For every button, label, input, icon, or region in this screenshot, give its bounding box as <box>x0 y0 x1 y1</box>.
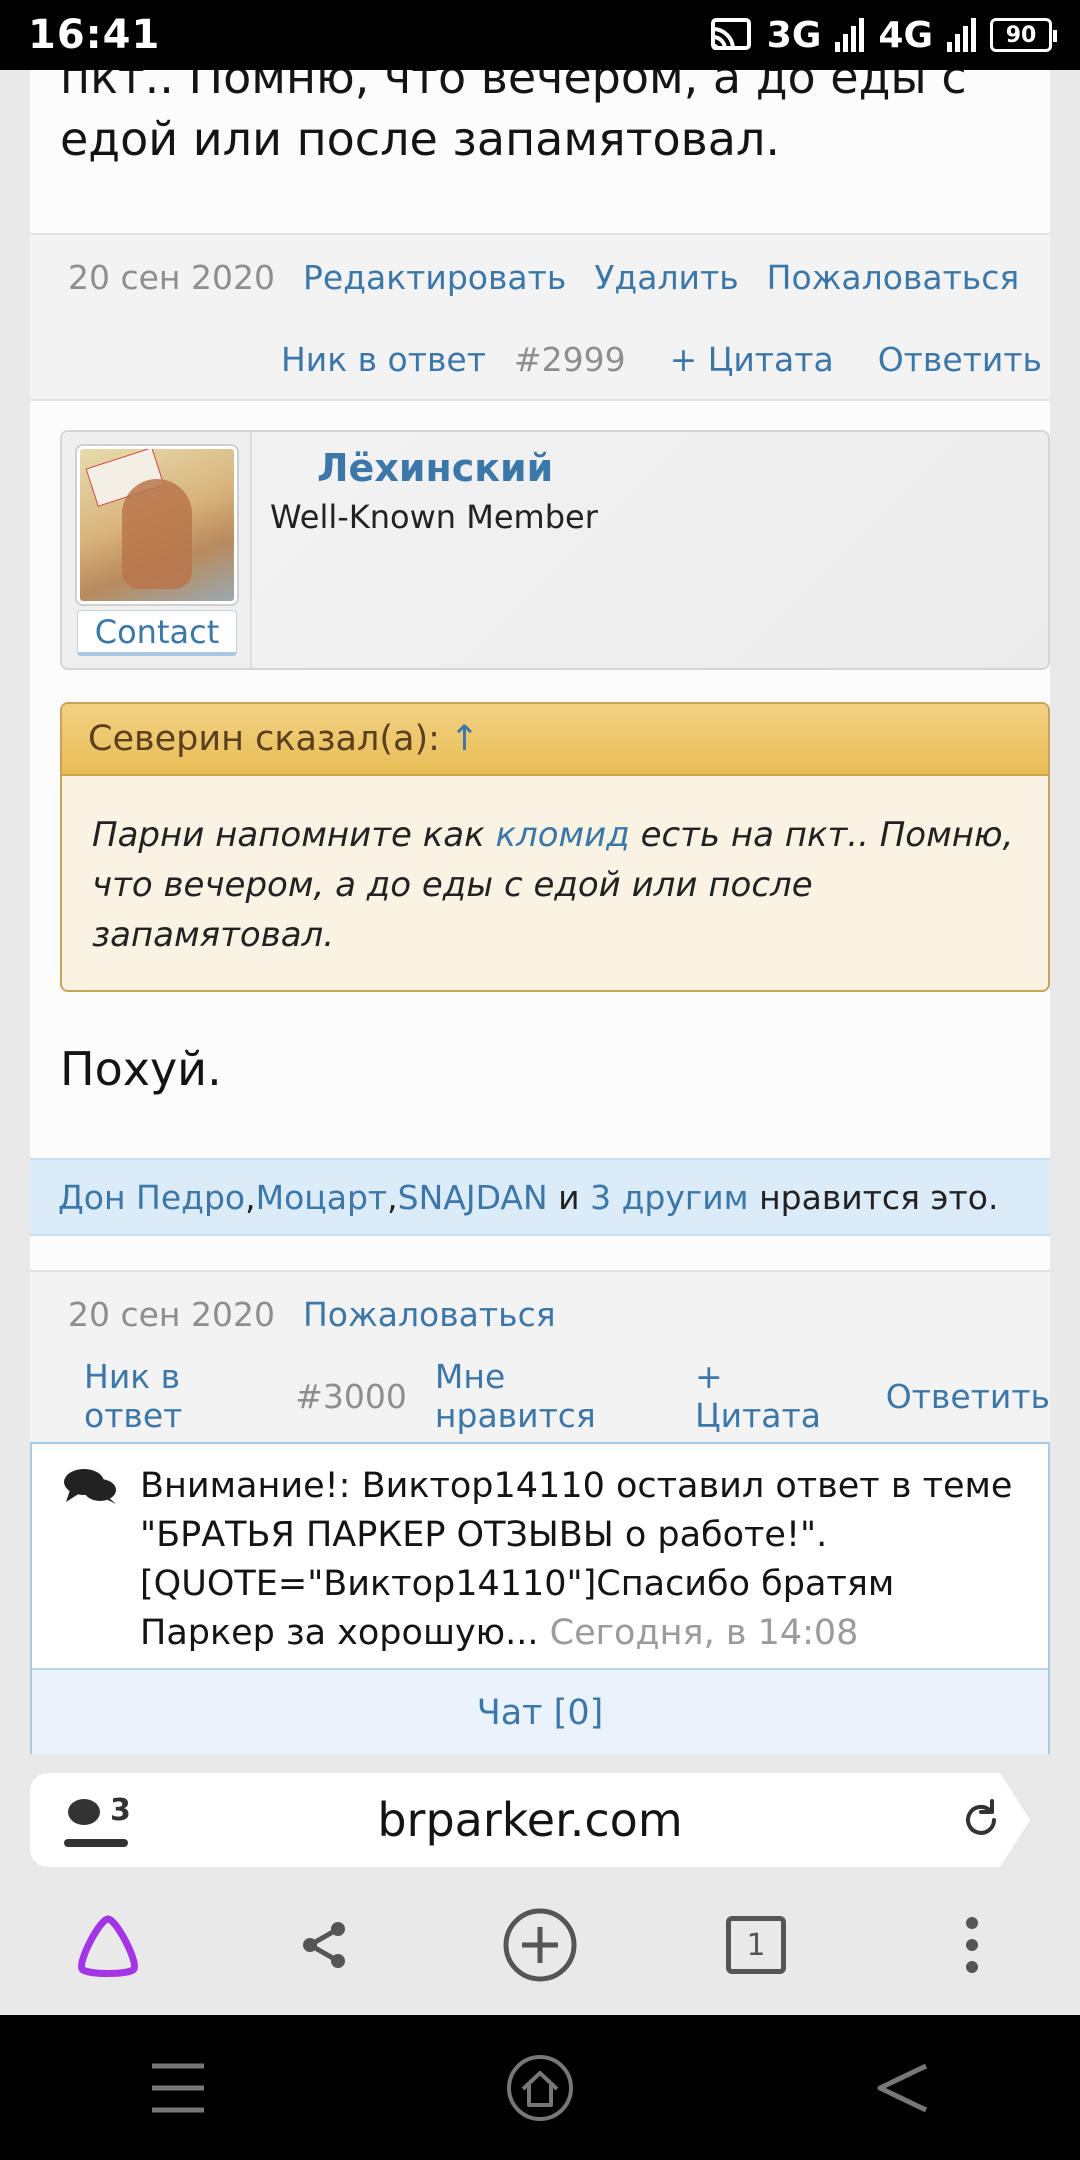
likes-summary: Дон Педро, Моцарт, SNAJDAN и 3 другим нр… <box>30 1158 1050 1236</box>
page-content[interactable]: пкт.. Помню, что вечером, а до еды с едо… <box>0 70 1080 1755</box>
alert-text[interactable]: Внимание!: Виктор14110 оставил ответ в т… <box>140 1462 1030 1658</box>
user-avatar[interactable] <box>77 446 237 604</box>
home-icon[interactable] <box>505 2053 575 2123</box>
status-icons: 3G 4G 90 <box>709 14 1057 56</box>
quote-header: Северин сказал(а): ↑ <box>62 704 1048 776</box>
chat-button[interactable]: Чат [0] <box>32 1668 1048 1755</box>
quote-block: Северин сказал(а): ↑ Парни напомните как… <box>60 702 1050 992</box>
post-meta-row1: 20 сен 2020 Пожаловаться <box>30 1272 1050 1356</box>
username-link[interactable]: Лёхинский <box>317 446 553 490</box>
likes-suffix: нравится это. <box>748 1177 999 1217</box>
quote-jump-arrow[interactable]: ↑ <box>450 719 479 759</box>
back-icon[interactable] <box>872 2058 932 2118</box>
comments-count: 3 <box>110 1793 131 1828</box>
reply-link[interactable]: Ответить <box>878 340 1042 379</box>
battery-level: 90 <box>1005 22 1037 48</box>
report-link[interactable]: Пожаловаться <box>303 1295 556 1334</box>
avatar-figure-shape <box>122 479 192 589</box>
post-meta: 20 сен 2020 Пожаловаться Ник в ответ #30… <box>30 1270 1050 1442</box>
signal-icon-2 <box>947 18 976 52</box>
address-bar[interactable]: brparker.com 3 <box>30 1773 1030 1867</box>
like-link[interactable]: Мне нравится <box>435 1357 651 1435</box>
report-link[interactable]: Пожаловаться <box>767 258 1020 297</box>
like-others-link[interactable]: 3 другим <box>590 1178 748 1217</box>
menu-icon[interactable] <box>148 2060 208 2116</box>
status-time: 16:41 <box>28 12 161 58</box>
quote-text-part1: Парни напомните как <box>92 815 496 855</box>
likes-sep: , <box>245 1177 256 1217</box>
comment-bubble-icon <box>68 1799 100 1825</box>
like-user-link[interactable]: Моцарт <box>256 1178 388 1217</box>
address-url[interactable]: brparker.com <box>30 1773 1030 1867</box>
avatar-column: Contact <box>62 432 252 668</box>
system-nav-bar <box>0 2015 1080 2160</box>
browser-toolbar: 1 <box>0 1875 1080 2015</box>
previous-post-meta: 20 сен 2020 Редактировать Удалить Пожало… <box>30 233 1050 401</box>
quote-author: Северин сказал(а): <box>88 719 440 759</box>
user-info-box: Contact Лёхинский Well-Known Member <box>60 430 1050 670</box>
new-tab-button[interactable] <box>495 1900 585 1990</box>
quote-link[interactable]: + Цитата <box>670 340 834 379</box>
tabs-button[interactable]: 1 <box>711 1900 801 1990</box>
user-title: Well-Known Member <box>270 498 598 536</box>
nick-reply-link[interactable]: Ник в ответ <box>281 340 486 379</box>
tabs-count-icon: 1 <box>726 1916 786 1974</box>
alert-time: Сегодня, в 14:08 <box>549 1613 859 1653</box>
reload-icon[interactable] <box>958 1797 1004 1843</box>
menu-button[interactable] <box>927 1900 1017 1990</box>
like-user-link[interactable]: Дон Педро <box>58 1178 245 1217</box>
battery-icon: 90 <box>990 18 1057 52</box>
alice-icon <box>78 1915 138 1977</box>
cast-icon <box>710 18 751 50</box>
previous-post-text-line1: пкт.. Помню, что вечером, а до еды с <box>60 70 967 104</box>
status-bar: 16:41 3G 4G 90 <box>0 0 1080 70</box>
reply-link[interactable]: Ответить <box>886 1377 1050 1416</box>
comments-underline <box>64 1839 128 1847</box>
edit-link[interactable]: Редактировать <box>303 258 566 297</box>
share-icon <box>303 1922 345 1968</box>
nick-reply-link[interactable]: Ник в ответ <box>84 1357 267 1435</box>
network-type-label-2: 4G <box>878 14 933 56</box>
post-date[interactable]: 20 сен 2020 <box>68 1295 275 1334</box>
previous-post-text: пкт.. Помню, что вечером, а до еды с едо… <box>30 70 997 170</box>
likes-conj: и <box>547 1177 591 1217</box>
quote-link[interactable]: + Цитата <box>695 1357 842 1435</box>
post-number-link[interactable]: #3000 <box>295 1377 407 1416</box>
plus-circle-icon <box>503 1908 577 1982</box>
signal-icon <box>835 18 865 52</box>
share-button[interactable] <box>279 1900 369 1990</box>
comments-badge[interactable]: 3 <box>64 1793 131 1847</box>
delete-link[interactable]: Удалить <box>594 258 738 297</box>
previous-post-meta-row2: Ник в ответ #2999 + Цитата Ответить <box>30 319 1050 399</box>
likes-sep: , <box>387 1177 398 1217</box>
chat-bubbles-icon <box>64 1469 116 1504</box>
quote-keyword-link[interactable]: кломид <box>495 815 629 855</box>
post-meta-row2: Ник в ответ #3000 Мне нравится + Цитата … <box>30 1356 1050 1436</box>
contact-button[interactable]: Contact <box>77 610 237 656</box>
more-vertical-icon <box>966 1917 978 1973</box>
browser-url-area: brparker.com 3 <box>0 1755 1080 1875</box>
post-date[interactable]: 20 сен 2020 <box>68 258 275 297</box>
tabs-count: 1 <box>746 1927 766 1963</box>
post-number-link[interactable]: #2999 <box>514 340 626 379</box>
alice-button[interactable] <box>63 1900 153 1990</box>
like-user-link[interactable]: SNAJDAN <box>398 1178 548 1217</box>
network-type-label: 3G <box>766 14 822 56</box>
previous-post-meta-row1: 20 сен 2020 Редактировать Удалить Пожало… <box>30 235 1050 319</box>
previous-post-text-line2: едой или после запамятовал. <box>60 112 780 166</box>
post-message: Похуй. <box>60 1042 222 1096</box>
forum-post: Contact Лёхинский Well-Known Member Севе… <box>30 402 1050 1442</box>
quote-text: Парни напомните как кломид есть на пкт..… <box>62 776 1048 960</box>
alert-notification[interactable]: Внимание!: Виктор14110 оставил ответ в т… <box>30 1442 1050 1755</box>
